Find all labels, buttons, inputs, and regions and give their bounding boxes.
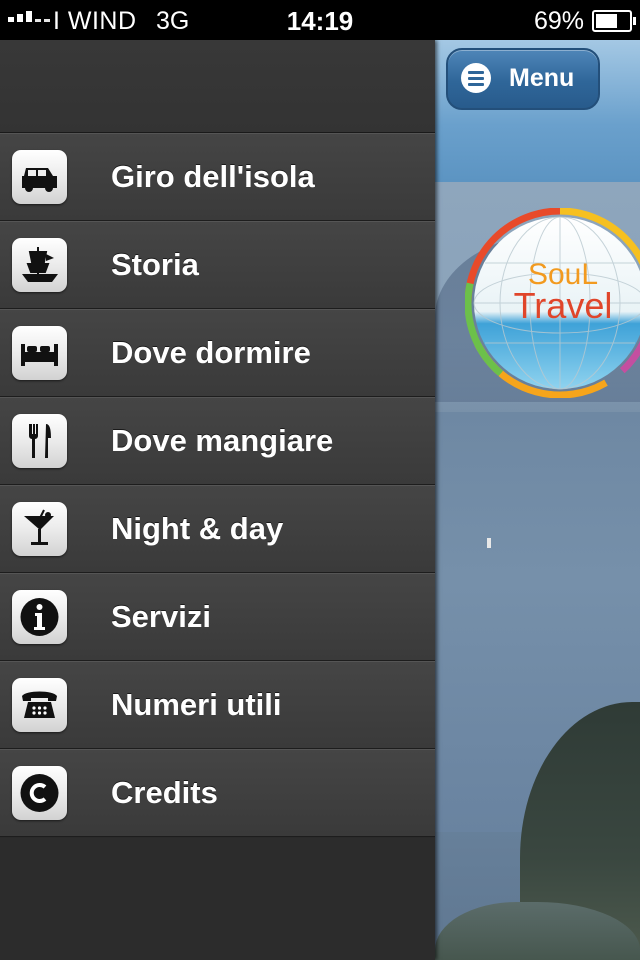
info-icon bbox=[12, 590, 67, 644]
main-content: Menu SouL Travel bbox=[435, 40, 640, 960]
battery-icon bbox=[592, 10, 636, 32]
menu-item-storia[interactable]: Storia bbox=[0, 221, 435, 309]
menu-item-label: Storia bbox=[111, 247, 199, 282]
ship-icon bbox=[12, 238, 67, 292]
phone-icon bbox=[12, 678, 67, 732]
menu-item-label: Numeri utili bbox=[111, 687, 282, 722]
menu-item-label: Servizi bbox=[111, 599, 211, 634]
svg-text:Travel: Travel bbox=[514, 285, 613, 326]
car-icon bbox=[12, 150, 67, 204]
menu-item-label: Credits bbox=[111, 775, 218, 810]
content-header: Menu bbox=[435, 40, 640, 182]
menu-item-label: Dove dormire bbox=[111, 335, 311, 370]
menu-button[interactable]: Menu bbox=[446, 48, 600, 110]
soul-travel-logo: SouL Travel bbox=[465, 208, 640, 398]
cocktail-icon bbox=[12, 502, 67, 556]
menu-item-giro-dell-isola[interactable]: Giro dell'isola bbox=[0, 133, 435, 221]
menu-item-label: Night & day bbox=[111, 511, 284, 546]
fork-knife-icon bbox=[12, 414, 67, 468]
sidebar-header bbox=[0, 40, 435, 133]
menu-button-label: Menu bbox=[509, 64, 575, 92]
menu-item-numeri-utili[interactable]: Numeri utili bbox=[0, 661, 435, 749]
menu-item-credits[interactable]: Credits bbox=[0, 749, 435, 837]
menu-item-dove-mangiare[interactable]: Dove mangiare bbox=[0, 397, 435, 485]
battery-percent: 69% bbox=[533, 7, 584, 35]
menu-item-label: Giro dell'isola bbox=[111, 159, 315, 194]
menu-item-night-and-day[interactable]: Night & day bbox=[0, 485, 435, 573]
hamburger-icon bbox=[461, 63, 491, 93]
menu-item-label: Dove mangiare bbox=[111, 423, 334, 458]
bed-icon bbox=[12, 326, 67, 380]
copyright-icon bbox=[12, 766, 67, 820]
menu-item-servizi[interactable]: Servizi bbox=[0, 573, 435, 661]
menu-item-dove-dormire[interactable]: Dove dormire bbox=[0, 309, 435, 397]
status-bar: I WIND 3G 14:19 69% bbox=[0, 0, 640, 40]
sidebar-menu: Giro dell'isola Storia Dove dormire Dove… bbox=[0, 40, 435, 960]
